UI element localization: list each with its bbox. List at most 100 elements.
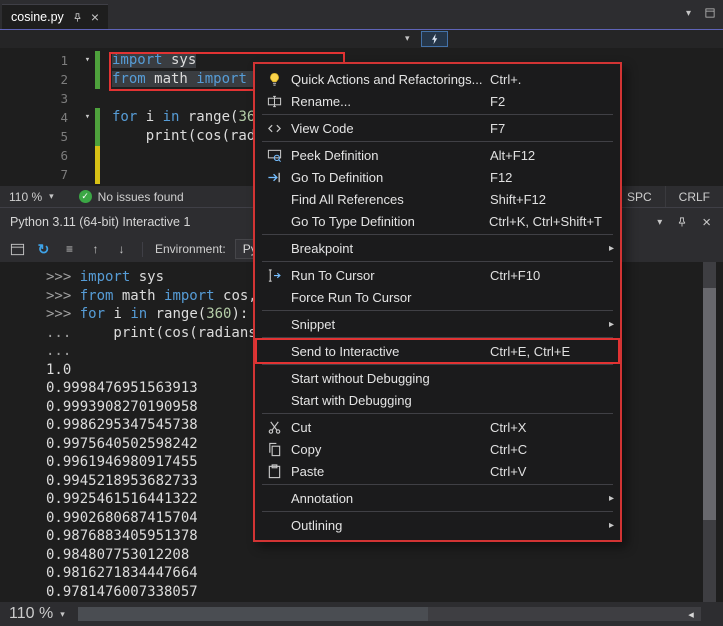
menu-item-send-to-interactive[interactable]: Send to InteractiveCtrl+E, Ctrl+E (257, 340, 618, 362)
menu-item-run-to-cursor[interactable]: Run To CursorCtrl+F10 (257, 264, 618, 286)
menu-item-quick-actions-and-refactorings[interactable]: Quick Actions and Refactorings... Ctrl+. (257, 68, 618, 90)
clear-screen-icon[interactable] (9, 241, 26, 258)
menu-item-cut[interactable]: CutCtrl+X (257, 416, 618, 438)
menu-item-label: Cut (291, 420, 311, 435)
horizontal-scrollbar-thumb[interactable] (78, 607, 428, 621)
lightbulb-icon (263, 72, 285, 87)
previous-command-icon[interactable]: ↑ (87, 241, 104, 258)
menu-item-shortcut: Ctrl+V (490, 464, 602, 479)
fold-spacer (80, 146, 95, 165)
menu-item-shortcut: F2 (490, 94, 602, 109)
menu-item-label: Peek Definition (291, 148, 378, 163)
menu-item-shortcut: F7 (490, 121, 602, 136)
menu-separator (262, 310, 613, 311)
menu-item-shortcut: Alt+F12 (490, 148, 602, 163)
tab-bar-controls: ▾ (686, 7, 716, 19)
menu-item-go-to-type-definition[interactable]: Go To Type DefinitionCtrl+K, Ctrl+Shift+… (257, 210, 618, 232)
submenu-arrow-icon: ▸ (602, 243, 614, 254)
line-number: 6 (0, 146, 80, 165)
interactive-zoom-control[interactable]: 110 % ▾ (0, 602, 74, 626)
editor-zoom-control[interactable]: 110 % ▾ (0, 186, 63, 207)
menu-item-label: Outlining (291, 518, 342, 533)
next-command-icon[interactable]: ↓ (113, 241, 130, 258)
fold-spacer (80, 127, 95, 146)
goto-icon (263, 170, 285, 185)
check-circle-icon: ✓ (79, 190, 92, 203)
context-menu: Quick Actions and Refactorings... Ctrl+. R… (253, 62, 622, 542)
menu-item-label: Force Run To Cursor (291, 290, 411, 305)
menu-item-rename[interactable]: Rename...F2 (257, 90, 618, 112)
menu-item-paste[interactable]: PasteCtrl+V (257, 460, 618, 482)
menu-item-view-code[interactable]: View CodeF7 (257, 117, 618, 139)
toolbar-separator (142, 242, 143, 257)
document-tab-bar: cosine.py × ▾ (0, 0, 723, 29)
menu-item-label: Quick Actions and Refactorings... (291, 72, 482, 87)
menu-separator (262, 234, 613, 235)
menu-item-label: Snippet (291, 317, 335, 332)
editor-status-right: SPC CRLF (613, 186, 723, 207)
tab-label: cosine.py (11, 10, 64, 24)
interactive-window-icon[interactable] (421, 31, 448, 47)
paste-icon (263, 464, 285, 479)
interactive-title-controls: ▾ × (657, 215, 723, 230)
chevron-down-icon[interactable]: ▾ (657, 217, 662, 228)
view-code-icon (263, 121, 285, 136)
menu-item-label: Breakpoint (291, 241, 353, 256)
horizontal-scrollbar[interactable] (78, 607, 681, 621)
menu-item-start-with-debugging[interactable]: Start with Debugging (257, 389, 618, 411)
scroll-left-arrow-icon[interactable]: ◂ (681, 607, 701, 621)
chevron-down-icon[interactable]: ▾ (405, 33, 410, 44)
interactive-bottom-bar: 110 % ▾ ◂ (0, 602, 723, 626)
menu-item-go-to-definition[interactable]: Go To DefinitionF12 (257, 166, 618, 188)
pin-icon[interactable] (676, 216, 688, 228)
zoom-value: 110 % (9, 190, 42, 204)
issues-status-text: No issues found (98, 190, 184, 204)
menu-item-snippet[interactable]: Snippet ▸ (257, 313, 618, 335)
line-ending-indicator[interactable]: CRLF (665, 186, 723, 207)
menu-item-copy[interactable]: CopyCtrl+C (257, 438, 618, 460)
vertical-scrollbar[interactable] (703, 262, 716, 602)
chevron-down-icon[interactable]: ▾ (686, 8, 691, 19)
menu-item-find-all-references[interactable]: Find All ReferencesShift+F12 (257, 188, 618, 210)
fold-spacer (80, 70, 95, 89)
menu-separator (262, 141, 613, 142)
runcursor-icon (263, 268, 285, 283)
menu-item-annotation[interactable]: Annotation ▸ (257, 487, 618, 509)
submenu-arrow-icon: ▸ (602, 319, 614, 330)
line-number: 5 (0, 127, 80, 146)
history-icon[interactable]: ≡ (61, 241, 78, 258)
menu-item-outlining[interactable]: Outlining▸ (257, 514, 618, 536)
code-text (100, 89, 112, 108)
menu-separator (262, 364, 613, 365)
menu-item-shortcut: Ctrl+. (490, 72, 602, 87)
menu-separator (262, 484, 613, 485)
menu-separator (262, 511, 613, 512)
tab-cosine-py[interactable]: cosine.py × (2, 4, 108, 29)
vertical-scrollbar-thumb[interactable] (703, 288, 716, 520)
cut-icon (263, 420, 285, 435)
pin-icon[interactable] (72, 12, 83, 23)
code-text (100, 165, 112, 184)
context-menu-items: Quick Actions and Refactorings... Ctrl+. R… (257, 68, 618, 536)
menu-item-breakpoint[interactable]: Breakpoint ▸ (257, 237, 618, 259)
menu-item-label: Annotation (291, 491, 353, 506)
reset-icon[interactable]: ↻ (35, 241, 52, 258)
menu-item-label: Go To Type Definition (291, 214, 415, 229)
close-icon[interactable]: × (91, 10, 99, 24)
menu-item-start-without-debugging[interactable]: Start without Debugging (257, 367, 618, 389)
scrollbar-corner (701, 602, 723, 626)
menu-item-shortcut: Ctrl+C (490, 442, 602, 457)
close-icon[interactable]: × (702, 215, 711, 230)
interactive-line: 0.9816271834447664 (46, 564, 723, 583)
fold-marker-icon[interactable]: ▾ (80, 108, 95, 127)
rename-icon (263, 94, 285, 109)
peek-icon (263, 148, 285, 163)
fold-marker-icon[interactable]: ▾ (80, 51, 95, 70)
menu-item-shortcut: Ctrl+E, Ctrl+E (490, 344, 602, 359)
menu-item-force-run-to-cursor[interactable]: Force Run To Cursor (257, 286, 618, 308)
menu-item-peek-definition[interactable]: Peek Definition Alt+F12 (257, 144, 618, 166)
menu-separator (262, 114, 613, 115)
submenu-arrow-icon: ▸ (602, 493, 614, 504)
menu-item-label: Start without Debugging (291, 371, 430, 386)
window-layout-icon[interactable] (704, 7, 716, 19)
